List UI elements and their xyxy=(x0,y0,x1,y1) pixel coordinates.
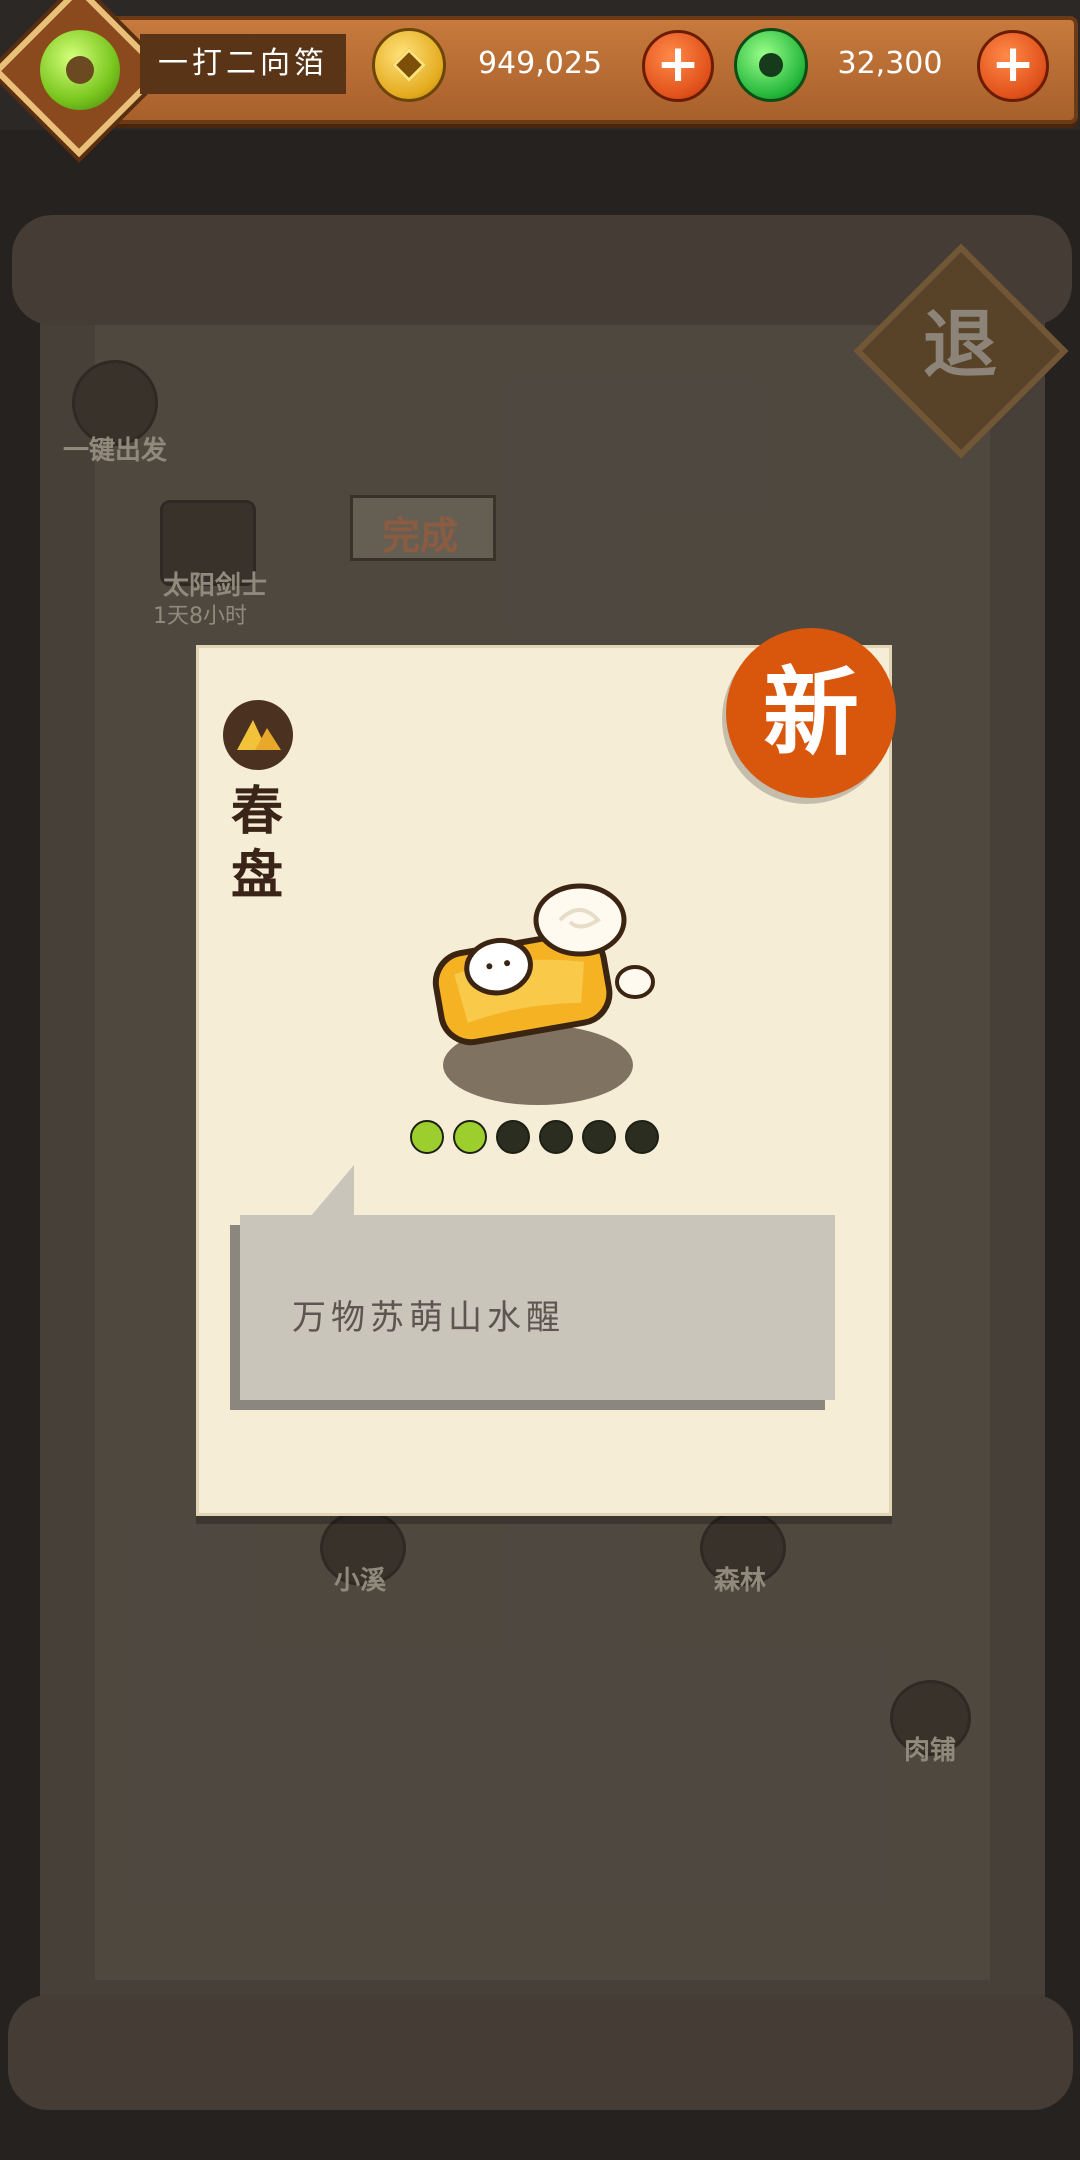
item-description: 万物苏萌山水醒 xyxy=(292,1298,565,1338)
rarity-dot-empty xyxy=(582,1120,616,1154)
rarity-dot-empty xyxy=(539,1120,573,1154)
new-badge: 新 xyxy=(726,628,896,798)
add-jade-button[interactable]: + xyxy=(977,30,1049,102)
item-name: 春盘 xyxy=(230,782,283,906)
mountain-icon xyxy=(223,700,293,770)
rarity-dot-filled xyxy=(453,1120,487,1154)
rarity-dot-empty xyxy=(625,1120,659,1154)
speech-tail xyxy=(310,1165,354,1217)
jade-amount: 32,300 xyxy=(837,46,943,81)
player-name: 一打二向箔 xyxy=(140,34,346,94)
rarity-dot-empty xyxy=(496,1120,530,1154)
rarity-rating xyxy=(410,1120,670,1154)
coin-amount: 949,025 xyxy=(477,46,603,81)
add-coins-button[interactable]: + xyxy=(642,30,714,102)
coin-icon xyxy=(372,28,446,102)
rarity-dot-filled xyxy=(410,1120,444,1154)
jade-icon xyxy=(734,28,808,102)
avatar-icon[interactable] xyxy=(40,30,120,110)
spring-roll-icon xyxy=(432,883,655,1046)
